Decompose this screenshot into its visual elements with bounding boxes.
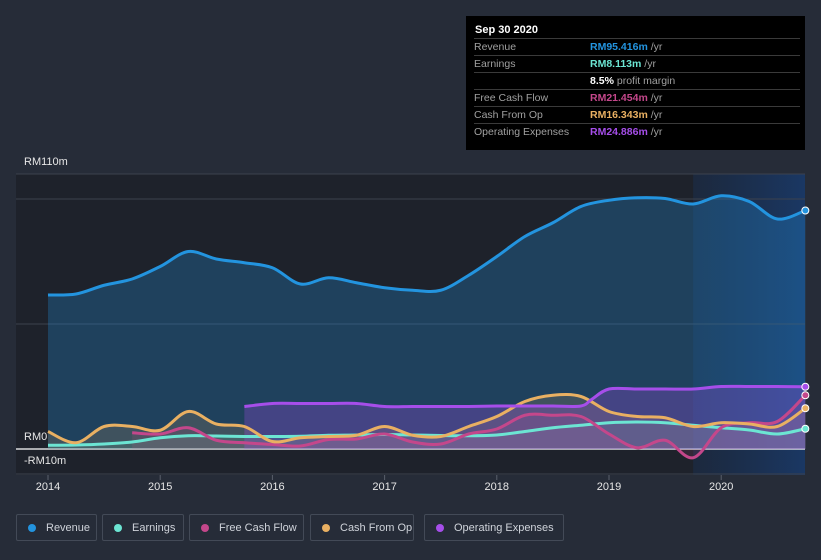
y-axis-label: -RM10m xyxy=(24,455,67,467)
revenue-end-marker[interactable] xyxy=(801,206,810,215)
legend-item-earnings[interactable]: Earnings xyxy=(102,514,184,541)
legend-dot-icon xyxy=(114,523,122,532)
legend-label: Earnings xyxy=(132,521,176,534)
tooltip-profit-margin: 8.5% profit margin xyxy=(590,75,675,87)
tooltip-value: RM8.113m /yr xyxy=(590,58,656,70)
tooltip-label: Earnings xyxy=(474,58,516,70)
y-axis-label: RM0 xyxy=(24,431,48,443)
tooltip-value: RM24.886m /yr xyxy=(590,126,663,138)
tooltip-divider xyxy=(474,72,800,73)
tooltip-value: RM16.343m /yr xyxy=(590,109,663,121)
legend-item-cash-from-op[interactable]: Cash From Op xyxy=(310,514,414,541)
legend-item-free-cash-flow[interactable]: Free Cash Flow xyxy=(189,514,304,541)
tooltip-value: RM21.454m /yr xyxy=(590,92,663,104)
x-axis-label: 2014 xyxy=(35,481,61,493)
legend-label: Operating Expenses xyxy=(454,521,554,534)
free-cash-flow-end-marker[interactable] xyxy=(801,391,810,400)
x-axis-label: 2016 xyxy=(260,481,285,493)
operating-expenses-end-marker[interactable] xyxy=(801,382,810,391)
legend-label: Revenue xyxy=(46,521,91,534)
tooltip-row-revenue: Revenue RM95.416m /yr xyxy=(474,38,800,56)
tooltip-date: Sep 30 2020 xyxy=(475,24,538,36)
legend-dot-icon xyxy=(322,523,330,532)
legend-dot-icon xyxy=(201,523,209,532)
profit-margin-value: 8.5% xyxy=(590,75,614,87)
cash-from-op-end-marker[interactable] xyxy=(801,404,810,413)
tooltip-label: Cash From Op xyxy=(474,109,543,121)
x-axis-label: 2015 xyxy=(147,481,173,493)
tooltip-label: Revenue xyxy=(474,41,517,53)
tooltip-label: Free Cash Flow xyxy=(474,92,549,104)
y-axis-label: RM110m xyxy=(24,156,68,168)
legend-dot-icon xyxy=(436,523,444,532)
tooltip-panel: Sep 30 2020 Revenue RM95.416m /yr Earnings… xyxy=(466,16,805,150)
legend-dot-icon xyxy=(28,523,36,532)
x-axis-label: 2019 xyxy=(596,481,622,493)
tooltip-row-operating-expenses: Operating Expenses RM24.886m /yr xyxy=(474,123,800,141)
tooltip-value: RM95.416m /yr xyxy=(590,41,663,53)
earnings-end-marker[interactable] xyxy=(801,424,810,433)
tooltip-row-free-cash-flow: Free Cash Flow RM21.454m /yr xyxy=(474,89,800,107)
legend-label: Free Cash Flow xyxy=(219,521,297,534)
tooltip-row-cash-from-op: Cash From Op RM16.343m /yr xyxy=(474,106,800,124)
tooltip-row-earnings: Earnings RM8.113m /yr xyxy=(474,55,800,73)
legend-item-operating-expenses[interactable]: Operating Expenses xyxy=(424,514,564,541)
legend-item-revenue[interactable]: Revenue xyxy=(16,514,97,541)
x-axis-label: 2017 xyxy=(372,481,397,493)
profit-margin-label: profit margin xyxy=(613,75,676,87)
x-axis-label: 2020 xyxy=(708,481,734,493)
x-axis-label: 2018 xyxy=(484,481,510,493)
tooltip-label: Operating Expenses xyxy=(474,126,570,138)
legend-label: Cash From Op xyxy=(340,521,413,534)
